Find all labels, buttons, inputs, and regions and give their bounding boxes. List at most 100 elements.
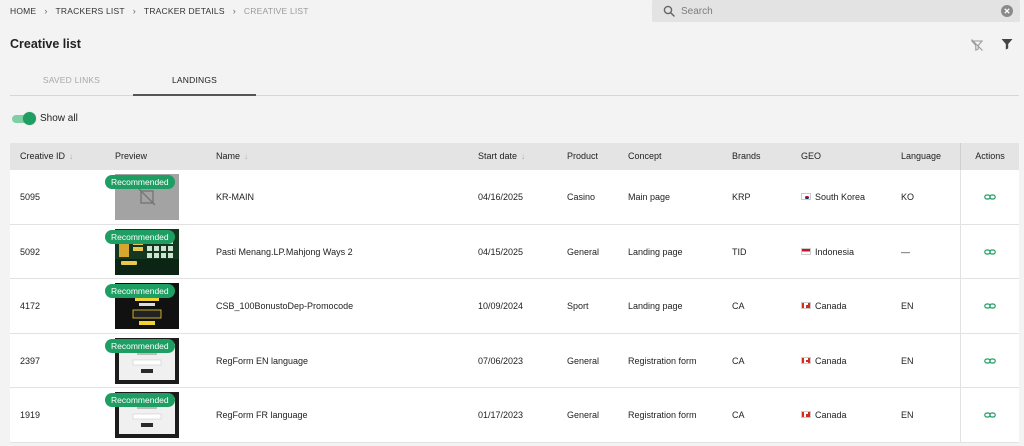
name-cell: KR-MAIN <box>216 192 254 202</box>
start-date-cell: 04/15/2025 <box>478 246 524 257</box>
geo-label: Indonesia <box>815 246 855 257</box>
search-bar <box>652 0 1020 22</box>
indonesia-flag-icon <box>801 247 811 255</box>
breadcrumb: HOME › TRACKERS LIST › TRACKER DETAILS ›… <box>10 6 309 16</box>
show-all-label: Show all <box>40 113 78 124</box>
start-date-cell: 01/17/2023 <box>478 410 524 420</box>
geo-cell: Canada <box>801 334 847 388</box>
breadcrumb-separator-icon: › <box>232 6 236 16</box>
column-header-creative-id[interactable]: Creative ID ↓ <box>20 143 73 170</box>
breadcrumb-tracker-details[interactable]: TRACKER DETAILS <box>144 6 225 16</box>
recommended-badge: Recommended <box>105 175 175 189</box>
tabs: SAVED LINKS LANDINGS <box>10 67 1019 96</box>
language-cell: EN <box>901 355 914 366</box>
south-korea-flag-icon <box>801 193 811 201</box>
column-header-actions: Actions <box>960 143 1019 170</box>
canada-flag-icon <box>801 356 811 364</box>
table-header: Creative ID ↓ Preview Name ↓ Start date ↓ P… <box>10 143 1019 170</box>
tab-saved-links[interactable]: SAVED LINKS <box>10 67 133 96</box>
creative-id-cell: 2397 <box>20 355 41 366</box>
table-row[interactable]: 2397 Recommended RegForm EN language 07/… <box>10 333 1019 388</box>
recommended-badge: Recommended <box>105 338 175 353</box>
actions-cell <box>960 388 1019 442</box>
actions-cell <box>960 170 1019 224</box>
creative-id-cell: 1919 <box>20 410 41 420</box>
geo-label: Canada <box>815 355 847 366</box>
toggle-thumb <box>23 112 36 125</box>
creative-id-cell: 4172 <box>20 301 41 311</box>
start-date-cell: 04/16/2025 <box>478 192 524 202</box>
name-cell: Pasti Menang.LP.Mahjong Ways 2 <box>216 246 353 257</box>
actions-cell <box>960 333 1019 388</box>
column-header-label: Start date <box>478 151 518 161</box>
geo-cell: South Korea <box>801 170 865 224</box>
column-header-name[interactable]: Name ↓ <box>216 143 248 170</box>
breadcrumb-separator-icon: › <box>44 6 48 16</box>
recommended-badge: Recommended <box>105 393 175 407</box>
product-cell: Sport <box>567 301 589 311</box>
product-cell: General <box>567 410 600 420</box>
concept-cell: Registration form <box>628 355 697 366</box>
language-cell: KO <box>901 192 915 202</box>
creative-id-cell: 5095 <box>20 192 41 202</box>
top-bar: HOME › TRACKERS LIST › TRACKER DETAILS ›… <box>0 0 1024 22</box>
link-icon[interactable] <box>984 191 996 203</box>
table-row[interactable]: 5092 Recommended Pasti Menang.LP.Mahjong… <box>10 224 1019 279</box>
table-row[interactable]: 5095 Recommended KR-MAIN 04/16/2025 Casi… <box>10 170 1019 225</box>
column-header-preview: Preview <box>115 151 148 161</box>
canada-flag-icon <box>801 411 811 419</box>
search-input[interactable] <box>681 5 991 17</box>
brand-cell: CA <box>732 355 745 366</box>
column-header-product: Product <box>567 151 599 161</box>
page-title: Creative list <box>10 37 81 51</box>
column-header-start-date[interactable]: Start date ↓ <box>478 143 525 170</box>
recommended-badge: Recommended <box>105 229 175 244</box>
geo-label: Canada <box>815 301 847 311</box>
show-all-toggle[interactable] <box>12 112 36 125</box>
column-header-label: Creative ID <box>20 151 66 161</box>
show-all-toggle-row: Show all <box>12 112 78 125</box>
filter-off-icon[interactable] <box>970 38 984 52</box>
column-header-geo: GEO <box>801 151 822 161</box>
product-cell: General <box>567 355 600 366</box>
language-cell: — <box>901 246 910 257</box>
creative-table: Creative ID ↓ Preview Name ↓ Start date ↓ P… <box>10 143 1019 443</box>
geo-cell: Canada <box>801 388 847 442</box>
link-icon[interactable] <box>984 300 996 312</box>
column-header-concept: Concept <box>628 151 662 161</box>
product-cell: Casino <box>567 192 596 202</box>
sort-icon: ↓ <box>69 152 74 161</box>
link-icon[interactable] <box>984 355 996 367</box>
start-date-cell: 10/09/2024 <box>478 301 524 311</box>
name-cell: CSB_100BonustoDep-Promocode <box>216 301 354 311</box>
table-row[interactable]: 4172 Recommended CSB_100BonustoDep-Promo… <box>10 279 1019 334</box>
breadcrumb-home[interactable]: HOME <box>10 6 36 16</box>
breadcrumb-trackers-list[interactable]: TRACKERS LIST <box>56 6 125 16</box>
name-cell: RegForm EN language <box>216 355 309 366</box>
language-cell: EN <box>901 410 914 420</box>
recommended-badge: Recommended <box>105 284 175 298</box>
link-icon[interactable] <box>984 246 996 258</box>
filter-icon[interactable] <box>1001 38 1013 50</box>
column-header-brands: Brands <box>732 151 761 161</box>
link-icon[interactable] <box>984 409 996 421</box>
brand-cell: CA <box>732 301 745 311</box>
actions-cell <box>960 279 1019 333</box>
clear-icon[interactable] <box>1001 5 1013 17</box>
brand-cell: TID <box>732 246 747 257</box>
tab-landings[interactable]: LANDINGS <box>133 67 256 96</box>
column-header-language: Language <box>901 151 942 161</box>
geo-cell: Canada <box>801 279 847 333</box>
creative-id-cell: 5092 <box>20 246 41 257</box>
name-cell: RegForm FR language <box>216 410 308 420</box>
search-icon <box>663 5 675 17</box>
concept-cell: Main page <box>628 192 671 202</box>
geo-cell: Indonesia <box>801 225 854 279</box>
sort-icon: ↓ <box>244 152 249 161</box>
geo-label: Canada <box>815 410 847 420</box>
language-cell: EN <box>901 301 914 311</box>
concept-cell: Registration form <box>628 410 697 420</box>
table-row[interactable]: 1919 Recommended RegForm FR language 01/… <box>10 388 1019 443</box>
brand-cell: CA <box>732 410 745 420</box>
brand-cell: KRP <box>732 192 751 202</box>
